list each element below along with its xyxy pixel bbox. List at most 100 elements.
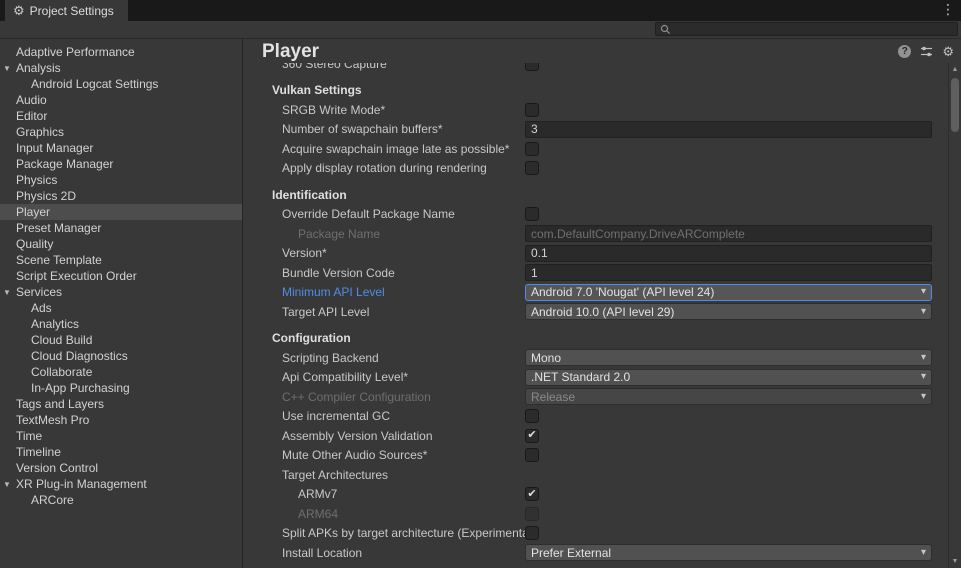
sidebar-item-player[interactable]: Player [0,204,242,220]
dropdown-minimum-api-level[interactable]: Android 7.0 'Nougat' (API level 24)▾ [525,284,932,301]
sidebar-item-analytics[interactable]: Analytics [0,316,242,332]
sidebar-item-textmesh-pro[interactable]: TextMesh Pro [0,412,242,428]
setting-label: Acquire swapchain image late as possible… [272,142,525,156]
setting-label: Minimum API Level [272,285,525,299]
sidebar-item-label: ARCore [31,493,74,507]
sidebar-item-script-execution-order[interactable]: Script Execution Order [0,268,242,284]
window-menu-kebab-icon[interactable]: ⋮ [941,2,955,16]
checkbox-mute-other-audio-sources[interactable] [525,448,539,462]
sidebar-item-cloud-build[interactable]: Cloud Build [0,332,242,348]
sidebar-item-label: Scene Template [16,253,102,267]
sidebar-item-quality[interactable]: Quality [0,236,242,252]
sidebar-item-label: Audio [16,93,47,107]
sidebar-item-cloud-diagnostics[interactable]: Cloud Diagnostics [0,348,242,364]
sidebar-item-editor[interactable]: Editor [0,108,242,124]
sidebar-item-ads[interactable]: Ads [0,300,242,316]
sidebar-item-arcore[interactable]: ARCore [0,492,242,508]
sidebar-item-input-manager[interactable]: Input Manager [0,140,242,156]
setting-row-vulkan-settings: Vulkan Settings [243,81,948,101]
settings-sidebar: Adaptive Performance ▼ Analysis Android Log… [0,39,243,568]
checkbox-override-default-package-name[interactable] [525,207,539,221]
sidebar-item-label: Physics [16,173,57,187]
setting-label: Override Default Package Name [272,207,525,221]
sidebar-item-label: Cloud Diagnostics [31,349,128,363]
sidebar-item-label: Analytics [31,317,79,331]
dropdown-value: Prefer External [531,546,611,560]
sidebar-item-label: Android Logcat Settings [31,77,158,91]
sidebar-item-label: Editor [16,109,47,123]
sidebar-item-android-logcat-settings[interactable]: Android Logcat Settings [0,76,242,92]
main-panel: Player ? ⚙ 360 Stereo CaptureVulkan Sett… [243,39,961,568]
setting-row-override-default-package-name: Override Default Package Name [243,205,948,225]
sidebar-item-services[interactable]: ▼Services [0,284,242,300]
setting-row-acquire-swapchain-image-late-as-possible: Acquire swapchain image late as possible… [243,139,948,159]
setting-row-apply-display-rotation-during-rendering: Apply display rotation during rendering [243,159,948,179]
sidebar-item-tags-and-layers[interactable]: Tags and Layers [0,396,242,412]
expander-triangle-icon[interactable]: ▼ [3,288,11,297]
checkbox-apply-display-rotation-during-rendering[interactable] [525,161,539,175]
dropdown-install-location[interactable]: Prefer External▾ [525,544,932,561]
sidebar-item-scene-template[interactable]: Scene Template [0,252,242,268]
sidebar-item-physics-2d[interactable]: Physics 2D [0,188,242,204]
scrollbar-thumb[interactable] [951,78,959,132]
sidebar-item-physics[interactable]: Physics [0,172,242,188]
scroll-down-arrow-icon[interactable]: ▼ [949,558,961,565]
settings-rows: 360 Stereo Capture Vulkan Settings SRGB Wr… [243,63,948,568]
text-field-bundle-version-code[interactable] [525,264,932,281]
setting-row-360-stereo-capture: 360 Stereo Capture [243,63,948,74]
checkbox-acquire-swapchain-image-late-as-possible[interactable] [525,142,539,156]
sidebar-item-adaptive-performance[interactable]: Adaptive Performance [0,44,242,60]
text-field-number-of-swapchain-buffers[interactable] [525,121,932,138]
setting-label: Api Compatibility Level* [272,370,525,384]
scroll-up-arrow-icon[interactable]: ▲ [949,66,961,73]
checkbox-assembly-version-validation[interactable]: ✔ [525,429,539,443]
sidebar-item-label: Version Control [16,461,98,475]
expander-triangle-icon[interactable]: ▼ [3,480,11,489]
setting-label: Bundle Version Code [272,266,525,280]
search-input[interactable] [674,23,953,35]
sidebar-item-in-app-purchasing[interactable]: In-App Purchasing [0,380,242,396]
dropdown-scripting-backend[interactable]: Mono▾ [525,349,932,366]
dropdown-value: Release [531,390,575,404]
sidebar-item-graphics[interactable]: Graphics [0,124,242,140]
project-settings-tab[interactable]: ⚙ Project Settings [5,0,128,21]
sidebar-item-version-control[interactable]: Version Control [0,460,242,476]
sidebar-item-analysis[interactable]: ▼ Analysis [0,60,242,76]
sidebar-item-preset-manager[interactable]: Preset Manager [0,220,242,236]
presets-sliders-icon[interactable] [920,45,933,58]
dropdown-target-api-level[interactable]: Android 10.0 (API level 29)▾ [525,303,932,320]
dropdown-api-compatibility-level[interactable]: .NET Standard 2.0▾ [525,369,932,386]
checkbox-armv7[interactable]: ✔ [525,487,539,501]
setting-label: SRGB Write Mode* [272,103,525,117]
text-field-version[interactable] [525,245,932,262]
sidebar-item-package-manager[interactable]: Package Manager [0,156,242,172]
help-icon[interactable]: ? [898,45,911,58]
expander-triangle-icon[interactable]: ▼ [3,64,11,73]
sidebar-item-label: Ads [31,301,52,315]
sidebar-item-label: Analysis [16,61,61,75]
checkbox-use-incremental-gc[interactable] [525,409,539,423]
dropdown-value: .NET Standard 2.0 [531,370,630,384]
search-box[interactable] [655,22,958,36]
setting-row-split-apks-by-target-architecture-experimental: Split APKs by target architecture (Exper… [243,524,948,544]
sidebar-item-time[interactable]: Time [0,428,242,444]
sidebar-item-label: Input Manager [16,141,93,155]
setting-label: Assembly Version Validation [272,429,525,443]
checkbox-360-stereo-capture[interactable] [525,63,539,71]
setting-label: Use incremental GC [272,409,525,423]
sidebar-item-timeline[interactable]: Timeline [0,444,242,460]
sidebar-item-label: Cloud Build [31,333,92,347]
sidebar-item-collaborate[interactable]: Collaborate [0,364,242,380]
caret-down-icon: ▾ [921,353,926,363]
settings-gear-icon[interactable]: ⚙ [942,45,954,58]
setting-row-bundle-version-code: Bundle Version Code [243,263,948,283]
scrollbar[interactable]: ▲ ▼ [948,63,961,568]
sidebar-item-xr-plug-in-management[interactable]: ▼XR Plug-in Management [0,476,242,492]
checkbox-split-apks-by-target-architecture-experimental[interactable] [525,526,539,540]
sidebar-item-label: In-App Purchasing [31,381,130,395]
checkbox-srgb-write-mode[interactable] [525,103,539,117]
content-area: Adaptive Performance ▼ Analysis Android Log… [0,39,961,568]
sidebar-item-audio[interactable]: Audio [0,92,242,108]
sidebar-item-label: Graphics [16,125,64,139]
setting-label: ARM64 [272,507,525,521]
